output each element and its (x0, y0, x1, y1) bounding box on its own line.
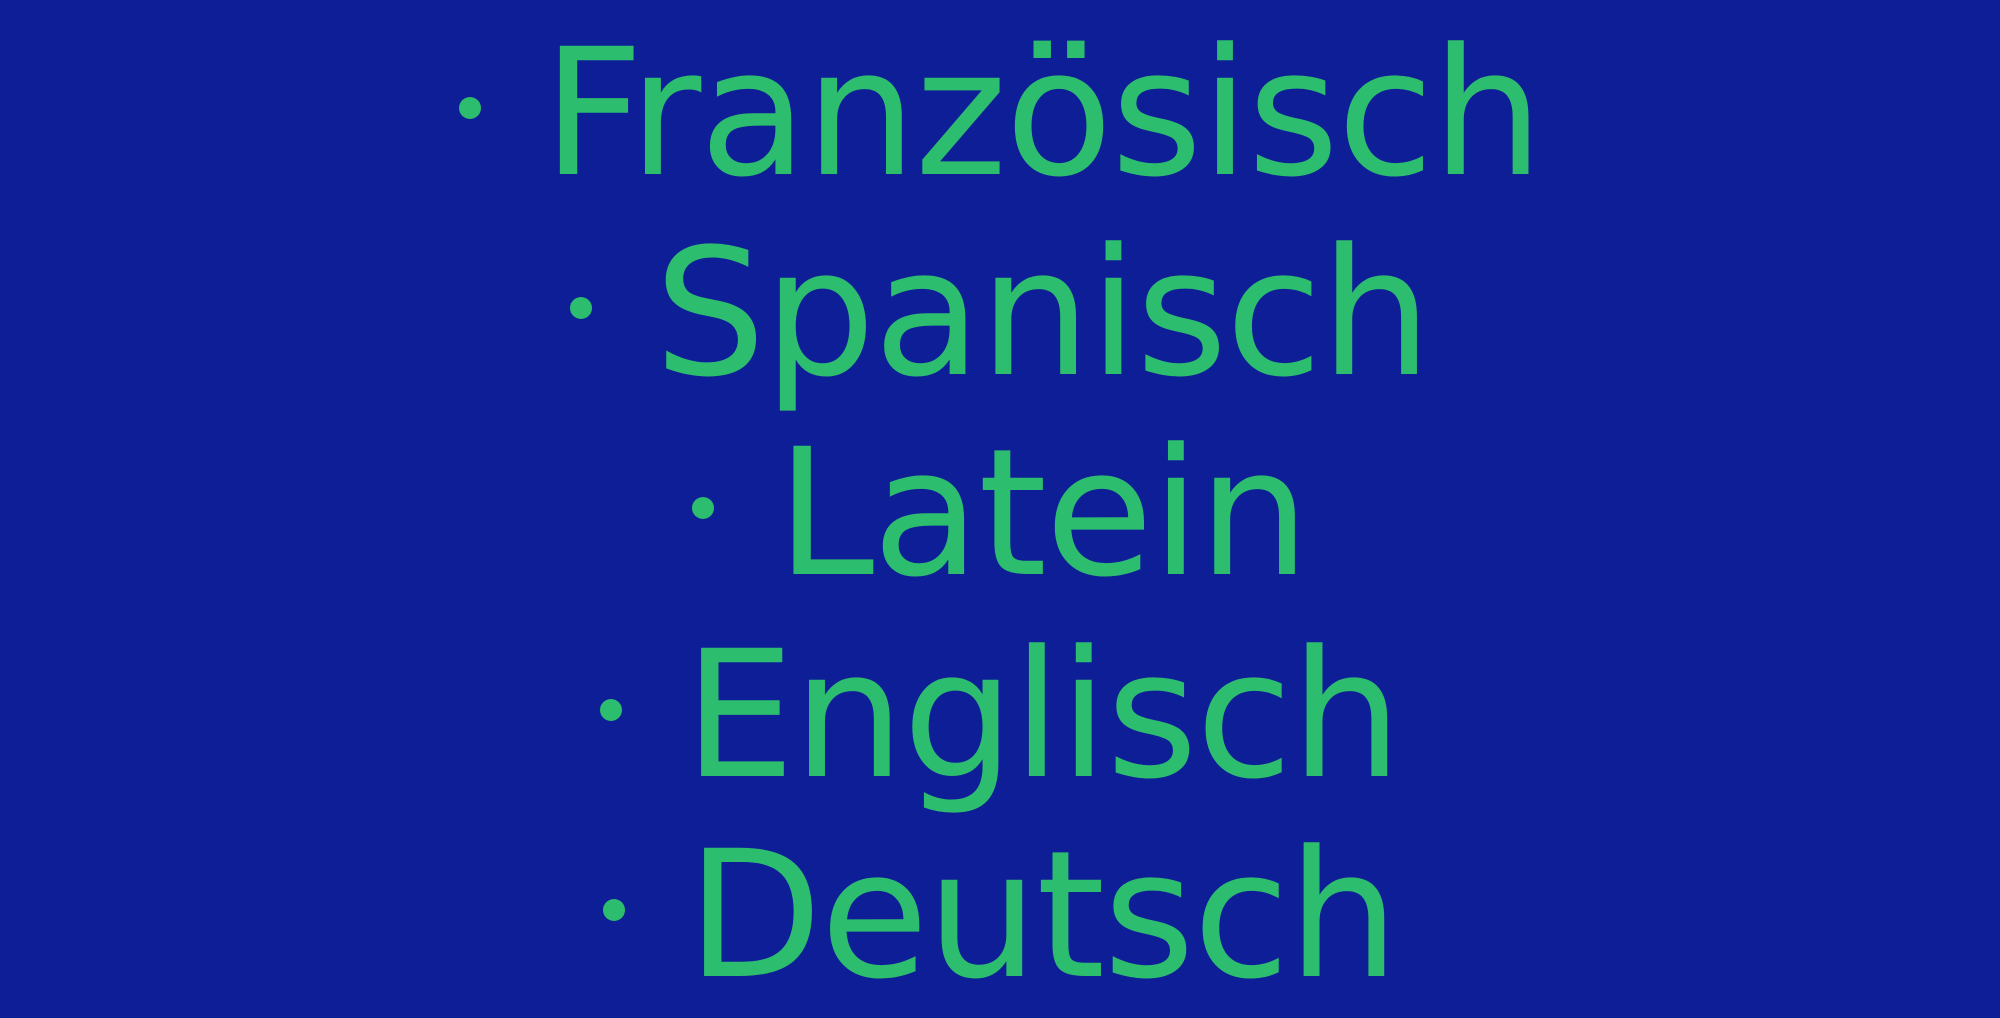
language-label: Deutsch (686, 813, 1399, 1018)
language-label: Spanisch (654, 211, 1432, 416)
language-label: Englisch (683, 613, 1402, 818)
language-item-deutsch: Deutsch (0, 816, 2000, 1016)
language-item-spanisch: Spanisch (0, 214, 2000, 414)
bullet-dot-icon (458, 96, 481, 119)
language-item-franzoesisch: Französisch (0, 14, 2000, 214)
language-list: Französisch Spanisch Latein Englisch Deu… (0, 0, 2000, 1016)
bullet-dot-icon (692, 496, 715, 519)
language-label: Latein (776, 411, 1310, 616)
language-item-englisch: Englisch (0, 616, 2000, 816)
bullet-dot-icon (570, 296, 593, 319)
language-item-latein: Latein (0, 414, 2000, 614)
bullet-dot-icon (599, 698, 622, 721)
bullet-dot-icon (602, 898, 625, 921)
language-label: Französisch (542, 11, 1544, 216)
